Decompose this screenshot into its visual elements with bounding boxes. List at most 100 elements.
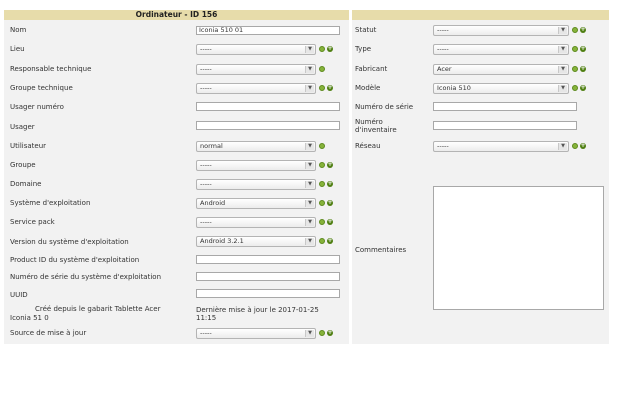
add-icon[interactable]: + xyxy=(327,162,333,168)
search-icon[interactable] xyxy=(319,219,325,225)
num-inventaire-field[interactable] xyxy=(433,121,577,130)
add-icon[interactable]: + xyxy=(580,143,586,149)
service-pack-value: ----- xyxy=(200,218,212,226)
source-maj-select[interactable]: ----- ▼ xyxy=(196,328,316,339)
label-os-version: Version du système d'exploitation xyxy=(10,238,129,246)
add-icon[interactable]: + xyxy=(327,330,333,336)
label-uuid: UUID xyxy=(10,291,28,299)
groupe-technique-select[interactable]: ----- ▼ xyxy=(196,83,316,94)
add-icon[interactable]: + xyxy=(327,85,333,91)
search-icon[interactable] xyxy=(319,85,325,91)
type-value: ----- xyxy=(437,45,449,53)
label-usager: Usager xyxy=(10,123,35,131)
statut-select[interactable]: ----- ▼ xyxy=(433,25,569,36)
label-num-inventaire-line2: d'inventaire xyxy=(355,126,397,134)
label-os: Système d'exploitation xyxy=(10,199,91,207)
lieu-select[interactable]: ----- ▼ xyxy=(196,44,316,55)
search-icon[interactable] xyxy=(319,66,325,72)
source-maj-value: ----- xyxy=(200,329,212,337)
label-type: Type xyxy=(355,45,372,53)
add-icon[interactable]: + xyxy=(580,46,586,52)
add-icon[interactable]: + xyxy=(580,27,586,33)
add-icon[interactable]: + xyxy=(327,219,333,225)
os-version-value: Android 3.2.1 xyxy=(200,237,244,245)
form-header: Ordinateur - ID 156 xyxy=(4,10,349,20)
reseau-value: ----- xyxy=(437,142,449,150)
add-icon[interactable]: + xyxy=(327,238,333,244)
label-groupe: Groupe xyxy=(10,161,36,169)
search-icon[interactable] xyxy=(319,143,325,149)
chevron-down-icon: ▼ xyxy=(558,143,567,150)
search-icon[interactable] xyxy=(572,66,578,72)
search-icon[interactable] xyxy=(319,181,325,187)
chevron-down-icon: ▼ xyxy=(558,85,567,92)
search-icon[interactable] xyxy=(572,143,578,149)
groupe-select[interactable]: ----- ▼ xyxy=(196,160,316,171)
search-icon[interactable] xyxy=(572,85,578,91)
fabricant-select[interactable]: Acer ▼ xyxy=(433,64,569,75)
num-serie-field[interactable] xyxy=(433,102,577,111)
search-icon[interactable] xyxy=(319,238,325,244)
search-icon[interactable] xyxy=(319,162,325,168)
last-update-line2: 11:15 xyxy=(196,314,217,322)
usager-numero-field[interactable] xyxy=(196,102,340,111)
os-select[interactable]: Android ▼ xyxy=(196,198,316,209)
label-source-maj: Source de mise à jour xyxy=(10,329,87,337)
label-service-pack: Service pack xyxy=(10,218,55,226)
label-product-id: Product ID du système d'exploitation xyxy=(10,256,140,264)
domaine-value: ----- xyxy=(200,180,212,188)
chevron-down-icon: ▼ xyxy=(305,46,314,53)
label-responsable: Responsable technique xyxy=(10,65,92,73)
chevron-down-icon: ▼ xyxy=(558,46,567,53)
label-reseau: Réseau xyxy=(355,142,381,150)
modele-select[interactable]: Iconia 510 ▼ xyxy=(433,83,569,94)
modele-value: Iconia 510 xyxy=(437,84,471,92)
os-serial-field[interactable] xyxy=(196,272,340,281)
responsable-select[interactable]: ----- ▼ xyxy=(196,64,316,75)
search-icon[interactable] xyxy=(319,330,325,336)
commentaires-textarea[interactable] xyxy=(433,186,604,310)
chevron-down-icon: ▼ xyxy=(305,181,314,188)
type-select[interactable]: ----- ▼ xyxy=(433,44,569,55)
os-version-select[interactable]: Android 3.2.1 ▼ xyxy=(196,236,316,247)
utilisateur-value: normal xyxy=(200,142,223,150)
label-utilisateur: Utilisateur xyxy=(10,142,47,150)
product-id-field[interactable] xyxy=(196,255,340,264)
search-icon[interactable] xyxy=(572,46,578,52)
utilisateur-select[interactable]: normal ▼ xyxy=(196,141,316,152)
service-pack-select[interactable]: ----- ▼ xyxy=(196,217,316,228)
label-fabricant: Fabricant xyxy=(355,65,388,73)
groupe-value: ----- xyxy=(200,161,212,169)
label-lieu: Lieu xyxy=(10,45,25,53)
nom-field[interactable]: Iconia 510 01 xyxy=(196,26,340,35)
label-commentaires: Commentaires xyxy=(355,246,407,254)
chevron-down-icon: ▼ xyxy=(305,200,314,207)
add-icon[interactable]: + xyxy=(580,66,586,72)
statut-value: ----- xyxy=(437,26,449,34)
form-title: Ordinateur - ID 156 xyxy=(135,10,218,19)
chevron-down-icon: ▼ xyxy=(305,85,314,92)
chevron-down-icon: ▼ xyxy=(305,162,314,169)
search-icon[interactable] xyxy=(572,27,578,33)
add-icon[interactable]: + xyxy=(327,46,333,52)
add-icon[interactable]: + xyxy=(327,181,333,187)
add-icon[interactable]: + xyxy=(327,200,333,206)
responsable-value: ----- xyxy=(200,65,212,73)
usager-field[interactable] xyxy=(196,121,340,130)
created-from-line1: Créé depuis le gabarit Tablette Acer xyxy=(35,305,161,313)
label-num-serie: Numéro de série xyxy=(355,103,414,111)
add-icon[interactable]: + xyxy=(580,85,586,91)
search-icon[interactable] xyxy=(319,200,325,206)
label-groupe-technique: Groupe technique xyxy=(10,84,73,92)
os-value: Android xyxy=(200,199,226,207)
domaine-select[interactable]: ----- ▼ xyxy=(196,179,316,190)
fabricant-value: Acer xyxy=(437,65,452,73)
search-icon[interactable] xyxy=(319,46,325,52)
lieu-value: ----- xyxy=(200,45,212,53)
uuid-field[interactable] xyxy=(196,289,340,298)
groupe-technique-value: ----- xyxy=(200,84,212,92)
label-modele: Modèle xyxy=(355,84,381,92)
reseau-select[interactable]: ----- ▼ xyxy=(433,141,569,152)
label-domaine: Domaine xyxy=(10,180,42,188)
chevron-down-icon: ▼ xyxy=(558,27,567,34)
